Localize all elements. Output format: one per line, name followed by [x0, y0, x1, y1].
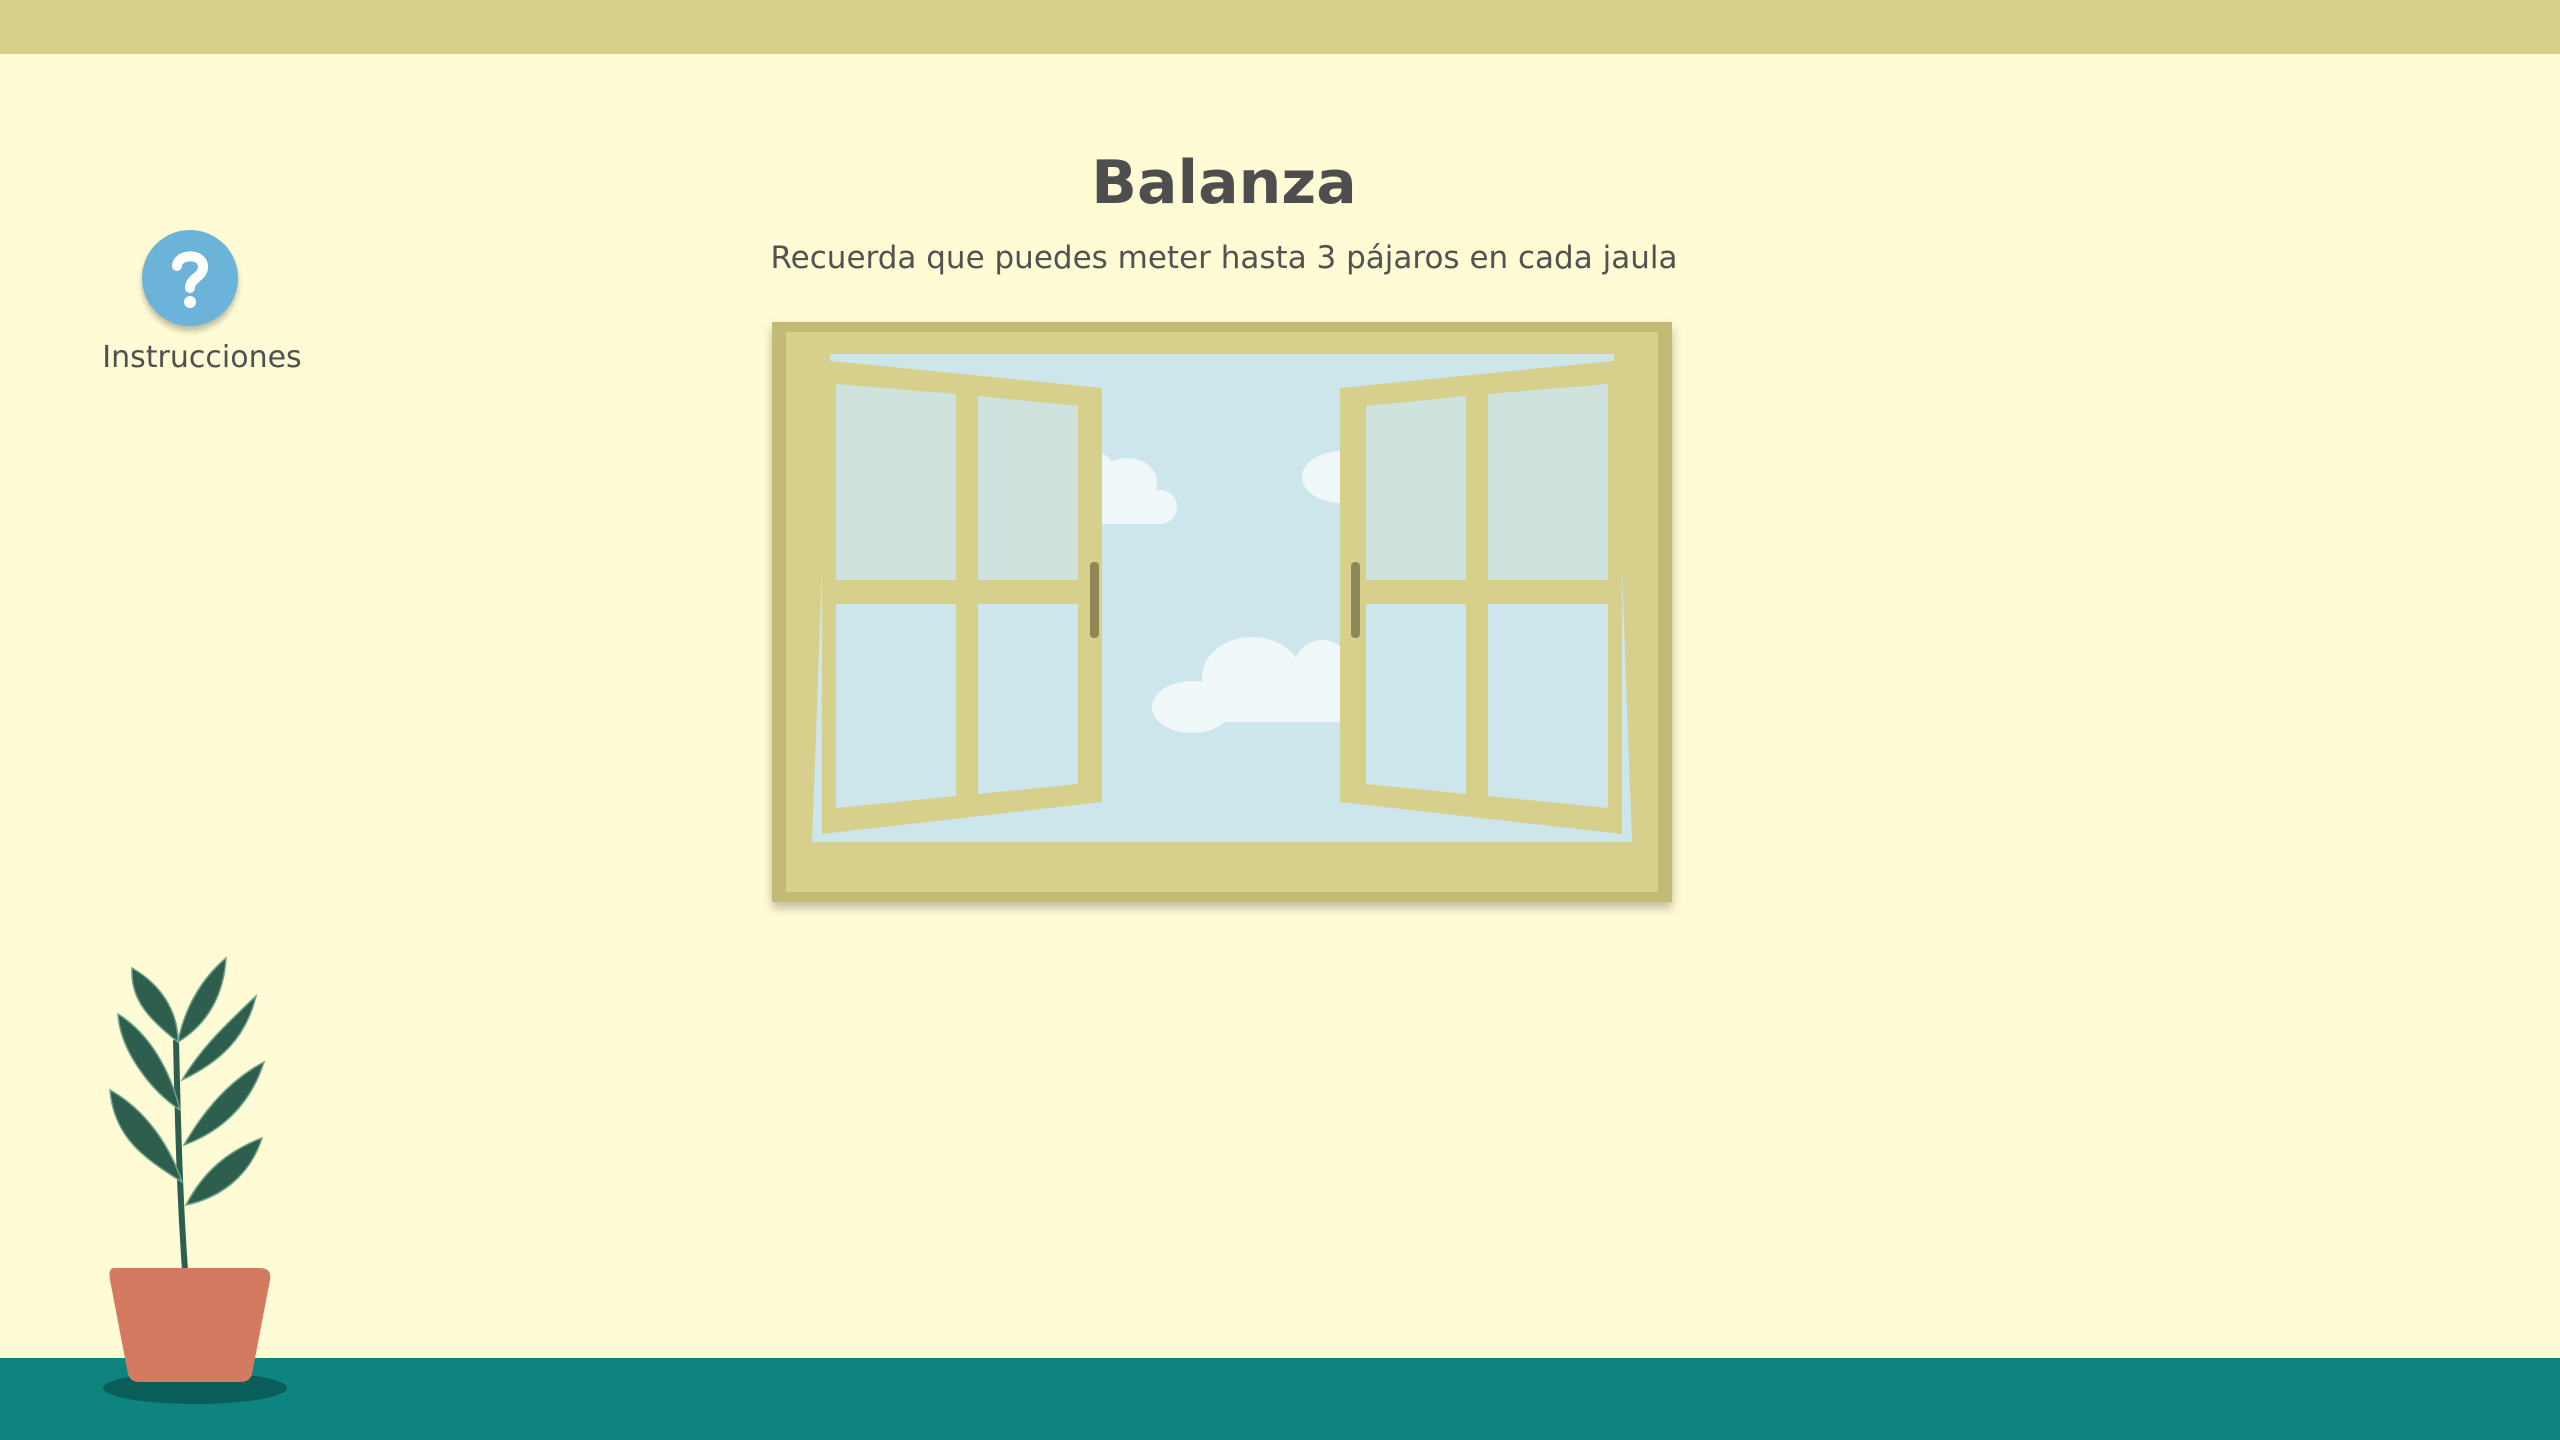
plant-leaves: [109, 956, 266, 1207]
potted-plant-illustration: [103, 956, 287, 1404]
plant-pot: [109, 1268, 271, 1382]
question-mark-icon: [172, 251, 209, 308]
floor: [0, 1358, 2560, 1440]
top-bar: [0, 0, 2560, 54]
right-window-sash: [1340, 360, 1622, 834]
instructions-label: Instrucciones: [102, 340, 302, 375]
page-subtitle: Recuerda que puedes meter hasta 3 pájaro…: [770, 240, 1678, 276]
game-stage: Balanza Recuerda que puedes meter hasta …: [0, 0, 2560, 1440]
open-window-illustration: [772, 322, 1672, 902]
instructions-button[interactable]: [142, 230, 238, 326]
page-title: Balanza: [1091, 148, 1357, 218]
left-window-sash: [822, 360, 1102, 834]
